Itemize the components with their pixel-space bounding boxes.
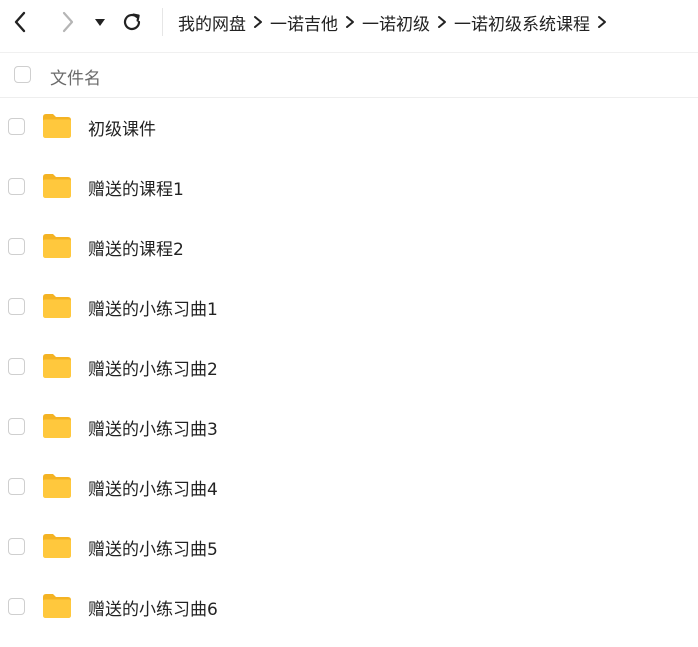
toolbar-divider — [162, 8, 163, 36]
breadcrumb-separator-icon — [430, 15, 454, 29]
folder-icon — [43, 474, 71, 498]
file-list-header: 文件名 — [0, 52, 698, 98]
breadcrumb-item[interactable]: 一诺吉他 — [270, 10, 338, 35]
row-checkbox[interactable] — [8, 238, 25, 255]
folder-icon — [43, 114, 71, 138]
breadcrumb-separator-icon — [338, 15, 362, 29]
row-checkbox[interactable] — [8, 298, 25, 315]
file-name[interactable]: 初级课件 — [88, 115, 156, 140]
folder-icon — [43, 294, 71, 318]
row-checkbox[interactable] — [8, 418, 25, 435]
file-name[interactable]: 赠送的小练习曲5 — [88, 535, 218, 560]
file-name[interactable]: 赠送的小练习曲6 — [88, 595, 218, 620]
file-row[interactable]: 赠送的小练习曲3 — [0, 397, 698, 457]
chevron-left-icon — [14, 11, 26, 33]
file-name[interactable]: 赠送的小练习曲1 — [88, 295, 218, 320]
file-name[interactable]: 赠送的小练习曲4 — [88, 475, 218, 500]
breadcrumb-item[interactable]: 一诺初级 — [362, 10, 430, 35]
folder-icon — [43, 414, 71, 438]
file-row[interactable]: 赠送的小练习曲4 — [0, 457, 698, 517]
select-all-checkbox[interactable] — [14, 66, 31, 83]
file-name[interactable]: 赠送的小练习曲2 — [88, 355, 218, 380]
row-checkbox[interactable] — [8, 178, 25, 195]
file-row[interactable]: 初级课件 — [0, 97, 698, 157]
file-row[interactable]: 赠送的小练习曲2 — [0, 337, 698, 397]
chevron-right-icon — [62, 11, 74, 33]
row-checkbox[interactable] — [8, 478, 25, 495]
breadcrumb: 我的网盘 一诺吉他 一诺初级 一诺初级系统课程 — [178, 0, 614, 44]
folder-icon — [43, 174, 71, 198]
row-checkbox[interactable] — [8, 538, 25, 555]
file-row[interactable]: 赠送的小练习曲6 — [0, 577, 698, 637]
breadcrumb-item-current[interactable]: 一诺初级系统课程 — [454, 10, 590, 35]
back-button[interactable] — [6, 8, 34, 36]
file-name[interactable]: 赠送的课程1 — [88, 175, 184, 200]
refresh-button[interactable] — [120, 10, 144, 34]
file-name[interactable]: 赠送的小练习曲3 — [88, 415, 218, 440]
forward-button[interactable] — [54, 8, 82, 36]
row-checkbox[interactable] — [8, 598, 25, 615]
toolbar: 我的网盘 一诺吉他 一诺初级 一诺初级系统课程 — [0, 0, 698, 44]
breadcrumb-item[interactable]: 我的网盘 — [178, 10, 246, 35]
caret-down-icon — [95, 19, 105, 26]
row-checkbox[interactable] — [8, 358, 25, 375]
folder-icon — [43, 354, 71, 378]
file-row[interactable]: 赠送的课程2 — [0, 217, 698, 277]
breadcrumb-separator-icon — [246, 15, 270, 29]
file-name[interactable]: 赠送的课程2 — [88, 235, 184, 260]
folder-icon — [43, 534, 71, 558]
history-dropdown-button[interactable] — [92, 14, 108, 30]
breadcrumb-separator-icon — [590, 15, 614, 29]
folder-icon — [43, 594, 71, 618]
row-checkbox[interactable] — [8, 118, 25, 135]
refresh-icon — [123, 13, 141, 31]
column-header-filename[interactable]: 文件名 — [50, 64, 101, 89]
file-row[interactable]: 赠送的小练习曲1 — [0, 277, 698, 337]
file-row[interactable]: 赠送的小练习曲5 — [0, 517, 698, 577]
folder-icon — [43, 234, 71, 258]
file-row[interactable]: 赠送的课程1 — [0, 157, 698, 217]
